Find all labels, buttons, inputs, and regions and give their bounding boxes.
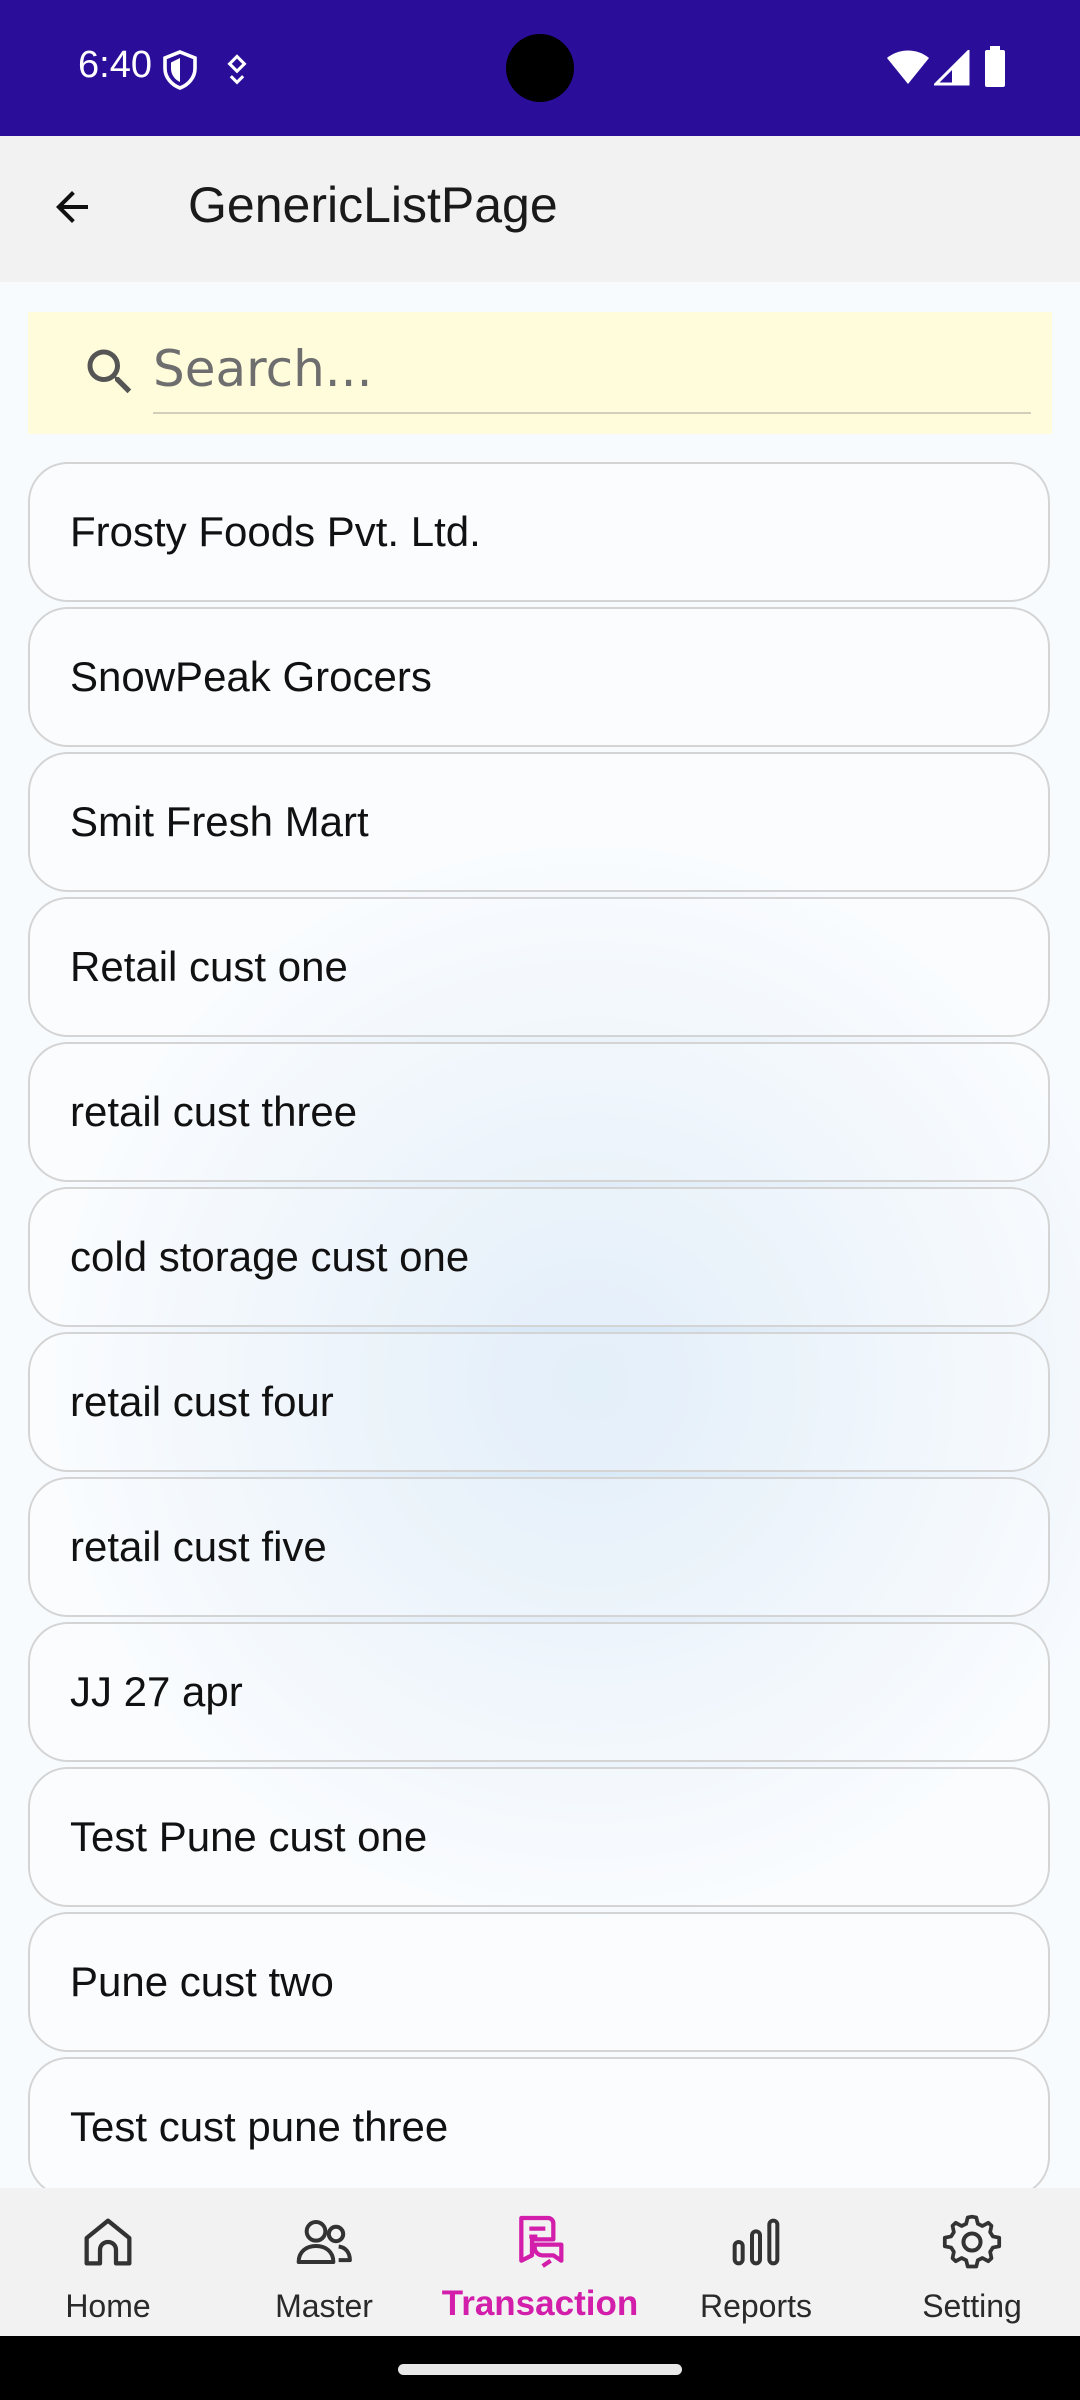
list-item-label: Smit Fresh Mart: [70, 798, 369, 845]
nav-home[interactable]: Home: [0, 2188, 216, 2336]
status-bar: 6:40: [0, 0, 1080, 136]
list-item[interactable]: Retail cust one: [28, 897, 1050, 1037]
list-item-label: retail cust five: [70, 1523, 327, 1570]
location-pin-icon: [227, 54, 247, 85]
nav-reports[interactable]: Reports: [648, 2188, 864, 2336]
gesture-handle[interactable]: [398, 2364, 682, 2375]
home-icon: [84, 2218, 132, 2266]
bar-chart-icon: [732, 2218, 780, 2266]
list-item-label: retail cust four: [70, 1378, 334, 1425]
arrow-left-icon: [56, 191, 88, 223]
list-item[interactable]: retail cust five: [28, 1477, 1050, 1617]
status-time: 6:40: [78, 44, 152, 86]
list-item-label: Retail cust one: [70, 943, 348, 990]
search-icon: [87, 349, 132, 394]
nav-transaction[interactable]: Transaction: [432, 2188, 648, 2336]
nav-label-home: Home: [65, 2288, 151, 2324]
list-item-label: Test cust pune three: [70, 2103, 449, 2150]
gear-icon: [942, 2214, 1002, 2269]
nav-label-transaction: Transaction: [441, 2284, 639, 2323]
list-item[interactable]: Smit Fresh Mart: [28, 752, 1050, 892]
list-item[interactable]: retail cust four: [28, 1332, 1050, 1472]
nav-label-setting: Setting: [922, 2288, 1022, 2324]
list-item-label: Frosty Foods Pvt. Ltd.: [70, 508, 481, 555]
battery-icon: [985, 46, 1005, 87]
nav-setting[interactable]: Setting: [864, 2188, 1080, 2336]
back-button[interactable]: [36, 171, 108, 243]
cell-signal-icon: [934, 50, 970, 86]
list-item[interactable]: Frosty Foods Pvt. Ltd.: [28, 462, 1050, 602]
list-item-label: cold storage cust one: [70, 1233, 470, 1280]
list-item[interactable]: JJ 27 apr: [28, 1622, 1050, 1762]
nav-master[interactable]: Master: [216, 2188, 432, 2336]
list-item-label: Test Pune cust one: [70, 1813, 428, 1860]
shield-icon: [163, 50, 197, 90]
list-item[interactable]: Test cust pune three: [28, 2057, 1050, 2197]
main-content: Frosty Foods Pvt. Ltd. SnowPeak Grocers …: [0, 282, 1080, 2197]
search-bar: [28, 312, 1052, 434]
list-item[interactable]: retail cust three: [28, 1042, 1050, 1182]
system-navigation-bar: [0, 2336, 1080, 2400]
list-item-label: JJ 27 apr: [70, 1668, 243, 1715]
app-bar: GenericListPage: [0, 136, 1080, 282]
nav-label-master: Master: [275, 2288, 373, 2324]
list-item[interactable]: Test Pune cust one: [28, 1767, 1050, 1907]
front-camera: [506, 34, 574, 102]
page-title: GenericListPage: [188, 177, 558, 233]
bottom-navigation: Home Master Transaction Reports Setting: [0, 2188, 1080, 2336]
list-item[interactable]: cold storage cust one: [28, 1187, 1050, 1327]
users-icon: [296, 2220, 352, 2264]
list-item[interactable]: SnowPeak Grocers: [28, 607, 1050, 747]
nav-label-reports: Reports: [699, 2288, 813, 2324]
transaction-icon: [519, 2215, 564, 2268]
list-item-label: Pune cust two: [70, 1958, 334, 2005]
list-item[interactable]: Pune cust two: [28, 1912, 1050, 2052]
list-item-label: SnowPeak Grocers: [70, 653, 432, 700]
list-item-label: retail cust three: [70, 1088, 358, 1135]
wifi-icon: [887, 50, 929, 84]
search-input[interactable]: [153, 326, 1031, 414]
